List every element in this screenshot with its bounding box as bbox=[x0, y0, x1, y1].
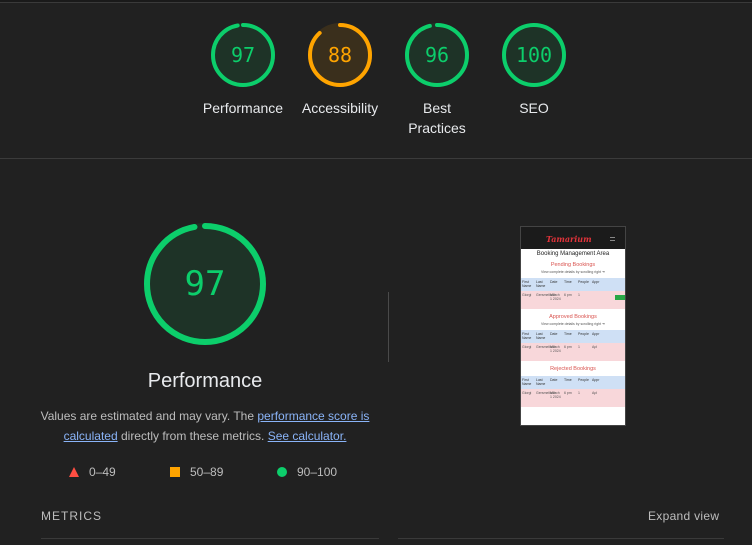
menu-icon bbox=[610, 237, 615, 241]
desc-text: Values are estimated and may vary. The bbox=[40, 409, 258, 423]
thumb-col: First Name bbox=[522, 332, 532, 340]
thumb-col: Date bbox=[550, 280, 558, 284]
performance-score: 97 bbox=[184, 264, 226, 304]
thumb-cell: 6 pm bbox=[564, 293, 572, 297]
thumb-table-header: First Name Last Name Date Time People Appr bbox=[521, 278, 625, 291]
square-icon bbox=[170, 467, 180, 477]
thumb-cell: Giorgi bbox=[522, 293, 532, 297]
section-divider bbox=[0, 158, 752, 159]
thumb-section-title: Approved Bookings bbox=[549, 314, 597, 320]
thumb-cell: 6 pm bbox=[564, 391, 572, 395]
thumb-col: First Name bbox=[522, 378, 532, 386]
thumb-col: Date bbox=[550, 332, 558, 336]
thumb-col: Time bbox=[564, 378, 572, 382]
thumb-table-row: Giorgi Gersmelia4h March 1 2024 6 pm 1 Apl bbox=[521, 389, 625, 407]
metrics-heading: METRICS bbox=[41, 509, 102, 523]
thumb-cell: March 1 2024 bbox=[550, 293, 561, 301]
thumb-cell: March 1 2024 bbox=[550, 345, 561, 353]
legend-range: 90–100 bbox=[297, 465, 338, 479]
expand-view-button[interactable]: Expand view bbox=[648, 509, 719, 523]
legend-range: 0–49 bbox=[89, 465, 116, 479]
thumb-col: Appr bbox=[592, 332, 600, 336]
gauge-best-practices[interactable]: 96 Best Practices bbox=[387, 22, 487, 138]
thumb-col: People bbox=[578, 378, 589, 382]
thumb-brand: Tamarium bbox=[546, 234, 592, 244]
thumb-table-row: Giorgi Gersmelia4h March 1 2024 6 pm 1 Apl bbox=[521, 343, 625, 361]
top-border bbox=[0, 0, 752, 3]
score-summary: 97 Performance 88 Accessibility 96 Best … bbox=[0, 22, 752, 142]
thumb-section-title: Rejected Bookings bbox=[550, 366, 596, 372]
metrics-divider bbox=[41, 538, 379, 539]
gauge-accessibility[interactable]: 88 Accessibility bbox=[290, 22, 390, 118]
thumb-cell: March 1 2024 bbox=[550, 391, 561, 399]
thumb-cell: 1 bbox=[578, 391, 580, 395]
thumb-cell: Gersmelia4h bbox=[536, 345, 556, 349]
gauge-label: Performance bbox=[202, 100, 284, 116]
see-calculator-link[interactable]: See calculator. bbox=[268, 429, 347, 443]
vertical-divider bbox=[388, 292, 389, 362]
thumb-col: Appr bbox=[592, 378, 600, 382]
legend-range: 50–89 bbox=[190, 465, 224, 479]
thumb-cell: Giorgi bbox=[522, 345, 532, 349]
score-value: 100 bbox=[515, 43, 553, 67]
gauge-label: SEO bbox=[519, 100, 549, 116]
score-value: 88 bbox=[327, 43, 353, 67]
thumb-table-header: First Name Last Name Date Time People Appr bbox=[521, 330, 625, 343]
score-ring: 97 bbox=[210, 22, 276, 88]
score-ring: 96 bbox=[404, 22, 470, 88]
gauge-seo[interactable]: 100 SEO bbox=[484, 22, 584, 118]
thumb-cell: 1 bbox=[578, 345, 580, 349]
thumb-cell: 1 bbox=[578, 293, 580, 297]
thumb-section-title: Pending Bookings bbox=[550, 262, 596, 268]
thumb-cell: Gersmelia4h bbox=[536, 391, 556, 395]
thumb-cell: Gersmelia4h bbox=[536, 293, 556, 297]
desc-text: directly from these metrics. bbox=[117, 429, 268, 443]
thumb-col: Time bbox=[564, 332, 572, 336]
thumb-col: Date bbox=[550, 378, 558, 382]
score-value: 96 bbox=[424, 43, 450, 67]
thumb-table-row: Giorgi Gersmelia4h March 1 2024 6 pm 1 bbox=[521, 291, 625, 309]
score-ring: 88 bbox=[307, 22, 373, 88]
gauge-label: Accessibility bbox=[301, 100, 379, 116]
thumb-navbar: Tamarium bbox=[521, 227, 625, 249]
score-ring: 100 bbox=[501, 22, 567, 88]
performance-description: Values are estimated and may vary. The p… bbox=[30, 406, 380, 446]
thumb-cell: Giorgi bbox=[522, 391, 532, 395]
performance-gauge-large: 97 bbox=[143, 222, 267, 346]
thumb-section-sub: View complete details by scrolling right… bbox=[541, 322, 605, 326]
triangle-icon bbox=[69, 467, 79, 477]
thumb-cell: 6 pm bbox=[564, 345, 572, 349]
thumb-col: First Name bbox=[522, 280, 532, 288]
thumb-heading: Booking Management Area bbox=[536, 251, 610, 257]
gauge-label: Best Practices bbox=[408, 100, 466, 136]
thumb-cell: Apl bbox=[592, 391, 598, 395]
performance-title: Performance bbox=[147, 370, 263, 392]
circle-icon bbox=[277, 467, 287, 477]
thumb-col: People bbox=[578, 332, 589, 336]
metrics-divider bbox=[398, 538, 724, 539]
thumb-table-header: First Name Last Name Date Time People Appr bbox=[521, 376, 625, 389]
thumb-col: Last Name bbox=[536, 332, 546, 340]
gauge-performance[interactable]: 97 Performance bbox=[193, 22, 293, 118]
thumb-section-sub: View complete details by scrolling right… bbox=[541, 270, 605, 274]
page-screenshot-thumbnail[interactable]: Tamarium Booking Management Area Pending… bbox=[520, 226, 626, 426]
thumb-cell: Apl bbox=[592, 345, 598, 349]
thumb-col: People bbox=[578, 280, 589, 284]
thumb-approve-button bbox=[615, 295, 625, 300]
thumb-col: Appr bbox=[592, 280, 600, 284]
score-value: 97 bbox=[230, 43, 256, 67]
thumb-col: Last Name bbox=[536, 378, 546, 386]
thumb-col: Last Name bbox=[536, 280, 546, 288]
thumb-col: Time bbox=[564, 280, 572, 284]
